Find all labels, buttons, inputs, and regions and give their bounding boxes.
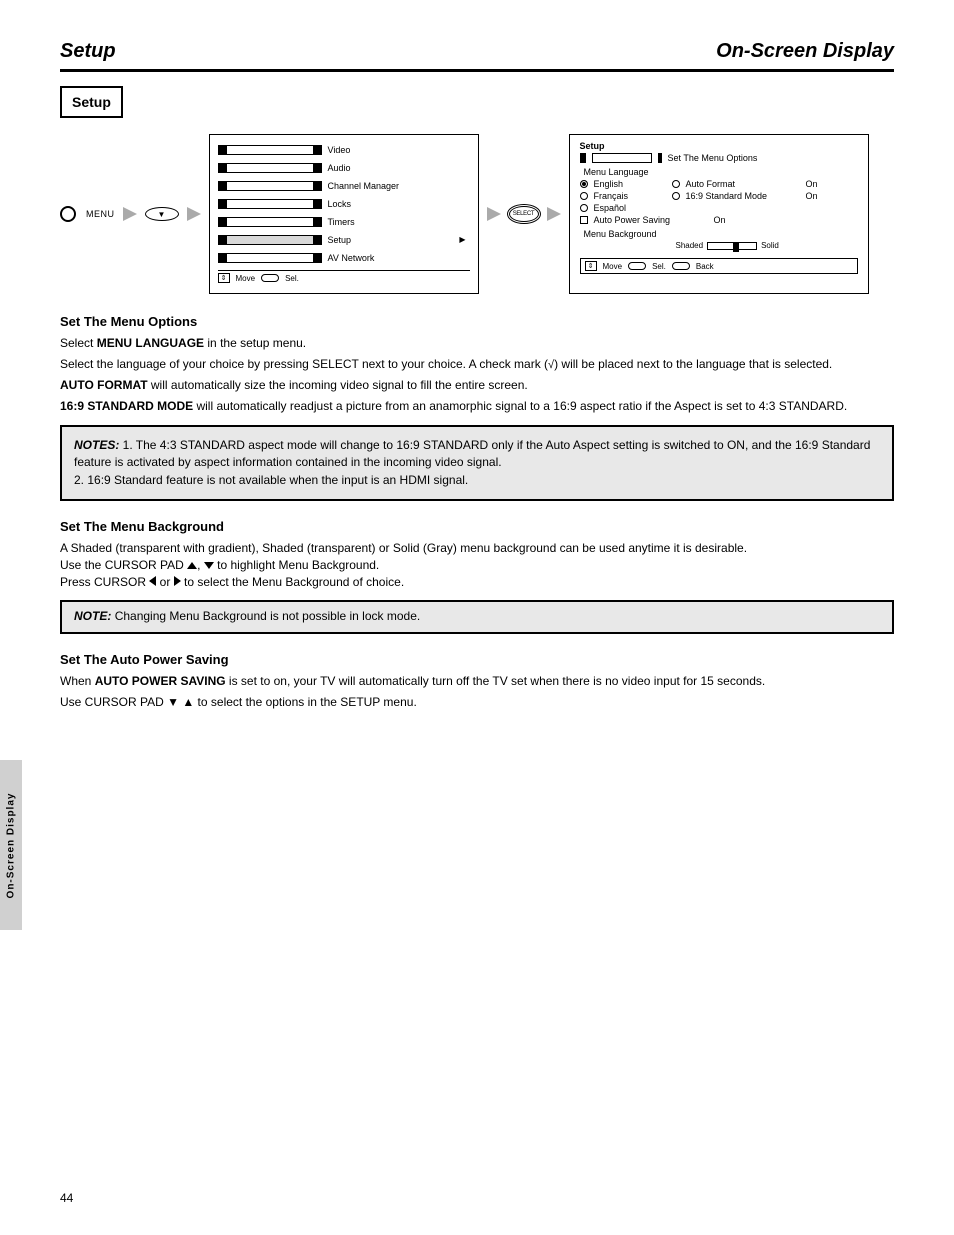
menu-footer: ⇕Move Sel. <box>218 270 470 283</box>
back-pill-icon <box>672 262 690 270</box>
menu-item[interactable]: Locks <box>328 199 352 209</box>
triangle-left-icon <box>149 576 156 586</box>
menu-options-p3: AUTO FORMAT will automatically size the … <box>60 377 894 394</box>
triangle-down-icon <box>204 562 214 569</box>
auto-power-p1: When AUTO POWER SAVING is set to on, you… <box>60 673 894 690</box>
language-option[interactable]: Français 16:9 Standard Mode On <box>580 191 858 201</box>
header-left: Setup <box>60 40 116 63</box>
heading-menu-background: Set The Menu Background <box>60 519 894 534</box>
menu-options-p2: Select the language of your choice by pr… <box>60 356 894 373</box>
auto-power-p2: Use CURSOR PAD ▼ ▲ to select the options… <box>60 694 894 711</box>
arrow-icon <box>123 207 137 221</box>
arrow-icon <box>187 207 201 221</box>
setup-box: Setup <box>60 86 123 118</box>
language-option[interactable]: English Auto Format On <box>580 179 858 189</box>
checkbox-icon <box>580 216 588 224</box>
radio-icon <box>580 204 588 212</box>
menu-background-slider[interactable]: Shaded Solid <box>676 241 858 250</box>
select-pill-icon <box>261 274 279 282</box>
triangle-right-icon <box>174 576 181 586</box>
arrow-icon <box>547 207 561 221</box>
setup-subpanel-title: Setup <box>580 141 858 151</box>
check-icon: √ <box>548 359 554 371</box>
cursor-down-icon: ▼ <box>145 207 179 221</box>
setup-footer: ⇕Move Sel. Back <box>580 258 858 274</box>
updown-icon: ⇕ <box>218 273 230 283</box>
menu-item[interactable]: Audio <box>328 163 351 173</box>
main-menu-panel: Video Audio Channel Manager Locks Timers… <box>209 134 479 294</box>
heading-auto-power: Set The Auto Power Saving <box>60 652 894 667</box>
page-number: 44 <box>60 1191 73 1205</box>
menu-item[interactable]: Timers <box>328 217 355 227</box>
radio-icon <box>580 180 588 188</box>
setup-subpanel: Setup Set The Menu Options Menu Language… <box>569 134 869 294</box>
menu-button-icon <box>60 206 76 222</box>
select-button-icon: SELECT <box>509 206 539 222</box>
arrow-icon <box>487 207 501 221</box>
menu-button-label: MENU <box>86 209 115 219</box>
note-box-1: NOTES: 1. The 4:3 STANDARD aspect mode w… <box>60 425 894 501</box>
menu-item[interactable]: AV Network <box>328 253 375 263</box>
heading-menu-options: Set The Menu Options <box>60 314 894 329</box>
menu-item[interactable]: Channel Manager <box>328 181 400 191</box>
setup-section-heading: Set The Menu Options <box>668 153 758 163</box>
side-tab: On-Screen Display <box>0 760 22 930</box>
auto-power-saving-row[interactable]: Auto Power Saving On <box>580 215 858 225</box>
header-rule <box>60 69 894 72</box>
select-pill-icon <box>628 262 646 270</box>
header-right: On-Screen Display <box>716 40 894 63</box>
updown-icon: ⇕ <box>585 261 597 271</box>
chevron-right-icon: ▶ <box>459 235 465 244</box>
radio-icon <box>580 192 588 200</box>
language-option[interactable]: Español <box>580 203 858 213</box>
menu-language-label: Menu Language <box>584 167 858 177</box>
menu-options-p1: Select MENU LANGUAGE in the setup menu. <box>60 335 894 352</box>
triangle-up-icon <box>187 562 197 569</box>
flow-row: MENU ▼ Video Audio Channel Manager Locks… <box>60 134 894 294</box>
radio-icon <box>672 192 680 200</box>
menu-background-p1: A Shaded (transparent with gradient), Sh… <box>60 540 894 590</box>
note-box-2: NOTE: Changing Menu Background is not po… <box>60 600 894 633</box>
radio-icon <box>672 180 680 188</box>
menu-item[interactable]: Video <box>328 145 351 155</box>
menu-background-label: Menu Background <box>584 229 858 239</box>
menu-item-selected[interactable]: Setup <box>328 235 352 245</box>
menu-options-p4: 16:9 STANDARD MODE will automatically re… <box>60 398 894 415</box>
